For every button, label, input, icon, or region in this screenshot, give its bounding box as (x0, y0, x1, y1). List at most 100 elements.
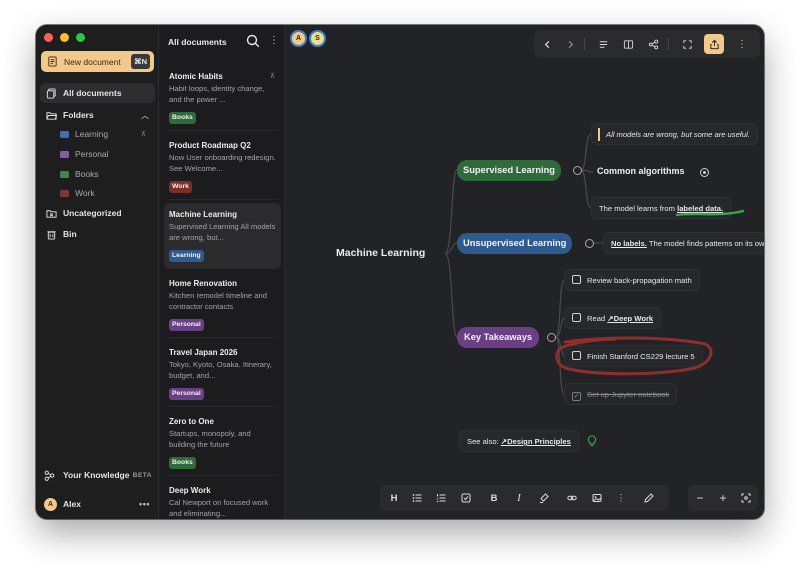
close-window-button[interactable] (44, 33, 53, 42)
sidebar-item-folders[interactable]: Folders ︿ (40, 105, 155, 125)
task-item-completed[interactable]: ✓ Set up Jupyter notebook (564, 383, 678, 405)
labeled-data-node[interactable]: The model learns from labeled data. (591, 197, 745, 219)
bullet-list-button[interactable] (408, 489, 426, 507)
checkbox-icon (461, 493, 471, 503)
document-card[interactable]: Atomic Habits ⊼ Habit loops, identity ch… (164, 65, 281, 131)
collapse-toggle[interactable] (700, 168, 709, 177)
pin-icon: ⊼ (140, 131, 146, 138)
folder-icon (60, 150, 69, 158)
document-preview: Kitchen remodel timeline and contractor … (169, 291, 267, 312)
task-checkbox[interactable] (572, 275, 581, 284)
quote-text: All models are wrong, but some are usefu… (606, 130, 750, 139)
document-tag: Books (169, 112, 196, 124)
pin-icon: ⊼ (269, 73, 275, 80)
highlighter-icon (540, 493, 549, 503)
no-labels-node[interactable]: No labels. The model finds patterns on i… (603, 232, 764, 254)
chevron-up-icon[interactable]: ︿ (141, 110, 149, 121)
sidebar: New document ⌘N All documents Folders ︿ … (36, 25, 159, 519)
sidebar-item-label: All documents (63, 88, 122, 98)
focus-icon (741, 493, 751, 503)
new-document-shortcut: ⌘N (131, 54, 150, 69)
fit-view-button[interactable] (737, 489, 755, 507)
your-knowledge-button[interactable]: Your Knowledge BETA (36, 465, 159, 485)
document-card[interactable]: Home Renovation Kitchen remodel timeline… (164, 272, 281, 338)
zoom-window-button[interactable] (76, 33, 85, 42)
your-knowledge-label: Your Knowledge (63, 470, 130, 480)
mindmap-canvas[interactable]: A S ⋮ Machine Learning Supervised Learni… (285, 25, 764, 519)
no-labels-bold: No labels. (611, 239, 647, 248)
sidebar-item-label: Uncategorized (63, 208, 122, 218)
beta-badge: BETA (132, 471, 152, 479)
zoom-in-button[interactable]: + (714, 489, 732, 507)
document-card[interactable]: Zero to One Startups, monopoly, and buil… (164, 410, 281, 476)
sidebar-folder-learning[interactable]: Learning ⊼ (60, 125, 152, 143)
folder-x-icon (46, 209, 57, 218)
collapse-toggle[interactable] (585, 239, 594, 248)
minimize-window-button[interactable] (60, 33, 69, 42)
mindmap-branch-unsupervised[interactable]: Unsupervised Learning (457, 233, 573, 254)
task-checkbox-checked[interactable]: ✓ (572, 392, 581, 401)
document-preview: Cal Newport on focused work and eliminat… (169, 498, 269, 519)
lightbulb-icon[interactable] (585, 434, 599, 448)
sidebar-folder-personal[interactable]: Personal (60, 145, 152, 163)
numbered-list-button[interactable] (432, 489, 450, 507)
user-menu[interactable]: A Alex ••• (36, 494, 159, 514)
see-also-prefix: See also: (467, 437, 501, 446)
quote-bar (598, 128, 600, 141)
sidebar-item-bin[interactable]: Bin (40, 224, 155, 244)
checklist-button[interactable] (457, 489, 475, 507)
search-icon[interactable] (246, 34, 260, 48)
document-card[interactable]: Travel Japan 2026 Tokyo, Kyoto, Osaka. I… (164, 341, 281, 407)
task-item[interactable]: Read ↗Deep Work (564, 307, 662, 329)
quote-node[interactable]: All models are wrong, but some are usefu… (591, 123, 758, 145)
document-title: Zero to One (169, 417, 214, 426)
highlight-button[interactable] (535, 489, 553, 507)
sidebar-item-uncategorized[interactable]: Uncategorized (40, 203, 155, 223)
knowledge-graph-icon (44, 470, 55, 481)
more-vertical-icon[interactable]: ⋮ (612, 489, 630, 507)
new-document-label: New document (64, 56, 121, 67)
bold-button[interactable]: B (485, 489, 503, 507)
document-card[interactable]: Product Roadmap Q2 Now User onboarding r… (164, 134, 281, 200)
design-principles-link[interactable]: ↗Design Principles (501, 437, 571, 446)
task-item[interactable]: Review back-propagation math (564, 269, 700, 291)
green-highlight-stroke (675, 209, 745, 217)
sidebar-item-label: Folders (63, 110, 94, 120)
link-button[interactable] (563, 489, 581, 507)
sidebar-folder-books[interactable]: Books (60, 165, 152, 183)
more-options-icon[interactable]: ••• (139, 499, 150, 509)
no-labels-text: The model finds patterns on its own. (646, 239, 764, 248)
heading-button[interactable]: H (385, 489, 403, 507)
image-button[interactable] (588, 489, 606, 507)
more-vertical-icon[interactable]: ⋮ (269, 34, 279, 48)
document-card[interactable]: Deep Work Cal Newport on focused work an… (164, 479, 281, 519)
mindmap-root-node[interactable]: Machine Learning (336, 247, 425, 259)
mindmap-branch-supervised[interactable]: Supervised Learning (457, 160, 561, 181)
document-title: Machine Learning (169, 210, 238, 219)
document-preview: Supervised Learning All models are wrong… (169, 222, 276, 243)
numbered-list-icon (436, 494, 446, 502)
document-card-selected[interactable]: Machine Learning Supervised Learning All… (164, 203, 281, 269)
document-tag: Personal (169, 388, 204, 400)
document-tag: Learning (169, 250, 204, 262)
document-title: Home Renovation (169, 279, 238, 288)
collapse-toggle[interactable] (573, 166, 582, 175)
task-checkbox[interactable] (572, 313, 581, 322)
pencil-icon (644, 493, 654, 503)
folder-label: Books (75, 169, 99, 179)
draw-button[interactable] (640, 489, 658, 507)
common-algorithms-node[interactable]: Common algorithms (597, 166, 685, 176)
italic-button[interactable]: I (510, 489, 528, 507)
see-also-node[interactable]: See also: ↗Design Principles (459, 430, 579, 452)
sidebar-item-all-documents[interactable]: All documents (40, 83, 155, 103)
folder-label: Work (75, 188, 95, 198)
task-label: Read (587, 314, 608, 323)
new-document-button[interactable]: New document ⌘N (41, 51, 154, 72)
document-preview: Startups, monopoly, and building the fut… (169, 429, 251, 450)
sidebar-folder-work[interactable]: Work (60, 184, 152, 202)
zoom-out-button[interactable]: − (691, 489, 709, 507)
document-tag: Work (169, 181, 192, 193)
format-toolbar: H B I ⋮ (380, 485, 669, 511)
mindmap-branch-takeaways[interactable]: Key Takeaways (457, 327, 540, 348)
deep-work-link[interactable]: ↗Deep Work (607, 314, 653, 323)
